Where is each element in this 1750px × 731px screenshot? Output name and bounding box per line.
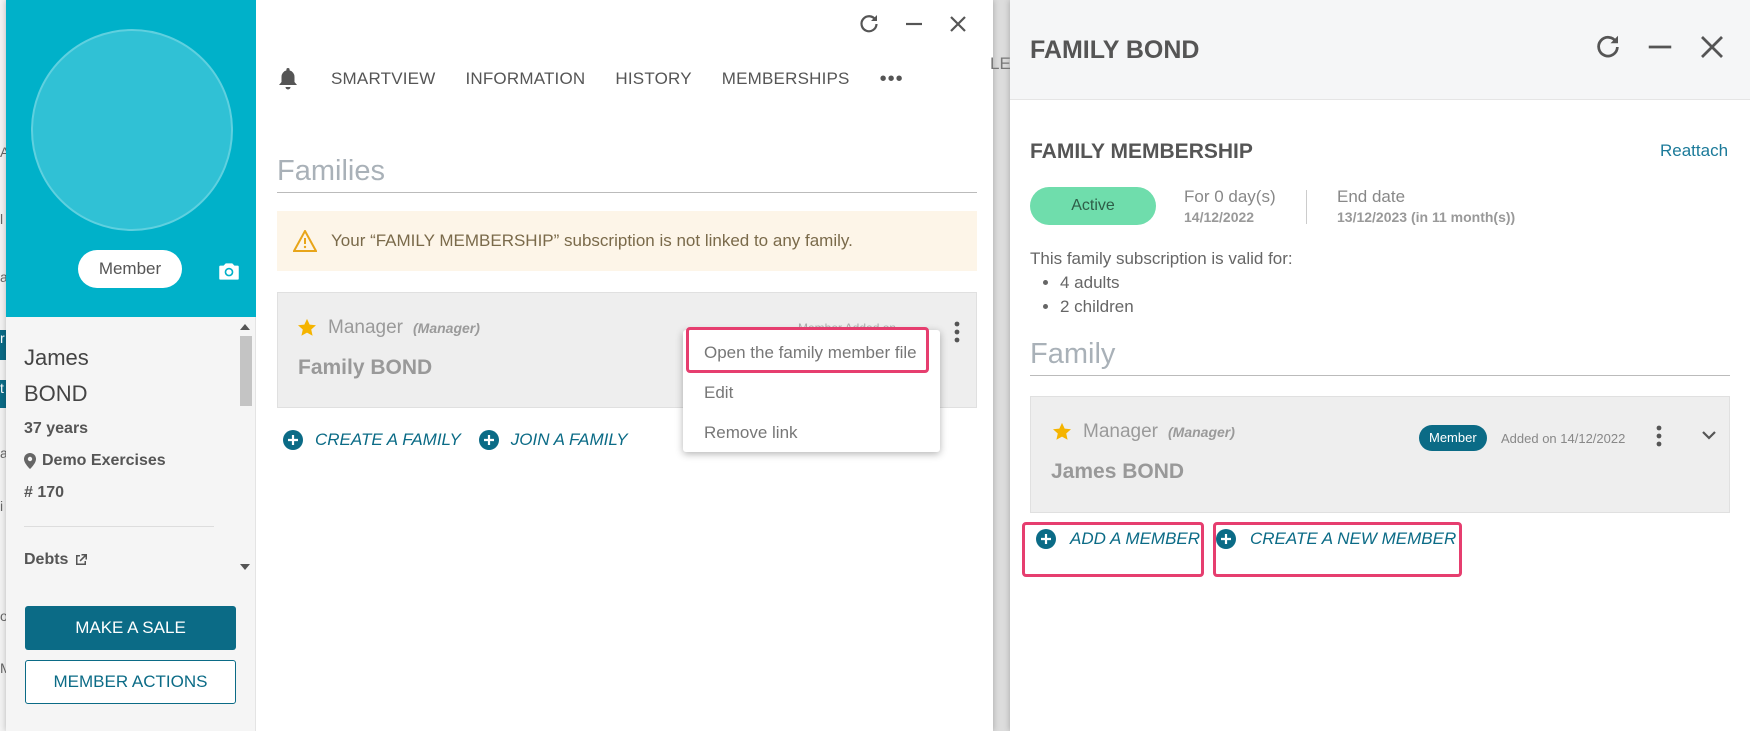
camera-icon[interactable] [216, 258, 242, 284]
refresh-icon[interactable] [857, 12, 881, 36]
last-name: BOND [24, 381, 88, 406]
family-actions: CREATE A FAMILY JOIN A FAMILY [283, 430, 628, 450]
chevron-down-icon[interactable] [1701, 429, 1717, 441]
start-date: 14/12/2022 [1184, 209, 1255, 225]
family-member-card[interactable]: Manager (Manager) James BOND Member Adde… [1030, 396, 1730, 513]
divider [277, 192, 977, 193]
highlight-open-file [686, 327, 929, 373]
profile-scrollbar[interactable] [236, 320, 254, 580]
member-actions-button[interactable]: MEMBER ACTIONS [25, 660, 236, 704]
more-tabs-icon[interactable]: ••• [880, 69, 904, 89]
warning-icon [293, 230, 317, 252]
list-item: 4 adults [1060, 273, 1134, 293]
bell-icon[interactable] [277, 66, 299, 92]
family-heading: Family [1030, 338, 1116, 370]
age: 37 years [24, 420, 89, 437]
first-name: James [24, 345, 89, 370]
membership-period: For 0 day(s) 14/12/2022 [1184, 187, 1276, 225]
warning-alert: Your “FAMILY MEMBERSHIP” subscription is… [277, 211, 977, 271]
scroll-down-arrow[interactable] [240, 564, 250, 570]
member-role: Manager (Manager) [1051, 421, 1235, 443]
family-window-header: LEF FAMILY BOND [990, 0, 1750, 100]
valid-for-text: This family subscription is valid for: [1030, 249, 1293, 268]
location-pin-icon [24, 453, 36, 469]
kebab-menu-icon[interactable] [954, 321, 960, 343]
member-badge: Member [1419, 425, 1487, 451]
role-label: Manager [328, 317, 403, 338]
divider [1030, 375, 1730, 376]
profile-panel: Member James BOND 37 years Demo Exercise… [6, 0, 256, 731]
refresh-icon[interactable] [1593, 32, 1623, 62]
star-icon [1053, 422, 1071, 440]
end-date-label: End date [1337, 187, 1406, 206]
menu-item-edit[interactable]: Edit [704, 383, 733, 403]
tab-history[interactable]: HISTORY [615, 69, 691, 89]
duration: For 0 day(s) [1184, 187, 1276, 206]
location: Demo Exercises [24, 452, 224, 470]
plus-circle-icon [478, 430, 499, 450]
highlight-add-member [1022, 522, 1204, 577]
minimize-icon[interactable] [1645, 32, 1675, 62]
tab-bar: SMARTVIEW INFORMATION HISTORY MEMBERSHIP… [277, 66, 904, 92]
tab-memberships[interactable]: MEMBERSHIPS [722, 69, 850, 89]
location-label: Demo Exercises [42, 452, 166, 469]
partial-label: LEF [990, 54, 1010, 73]
profile-info: James BOND 37 years Demo Exercises # 170… [24, 340, 224, 569]
families-heading: Families [277, 155, 385, 187]
star-icon [298, 318, 316, 336]
membership-title: FAMILY MEMBERSHIP [1030, 140, 1253, 163]
family-window: LEF FAMILY BOND FAMILY MEMBERSHIP Reatta… [990, 0, 1750, 731]
divider [24, 526, 214, 527]
external-link-icon [76, 554, 88, 565]
added-date: Added on 14/12/2022 [1501, 431, 1626, 446]
menu-item-remove-link[interactable]: Remove link [704, 423, 798, 443]
avatar[interactable] [31, 29, 233, 231]
role-tag: (Manager) [1168, 424, 1235, 440]
close-icon[interactable] [947, 12, 969, 36]
create-family-label: CREATE A FAMILY [315, 430, 461, 449]
tab-smartview[interactable]: SMARTVIEW [331, 69, 435, 89]
scroll-thumb[interactable] [240, 336, 252, 406]
profile-header: Member [6, 0, 256, 317]
status-badge: Active [1030, 187, 1156, 225]
make-a-sale-button[interactable]: MAKE A SALE [25, 606, 236, 650]
window-controls [857, 12, 969, 36]
role-label: Manager [1083, 421, 1158, 442]
minimize-icon[interactable] [903, 12, 925, 36]
member-window: Member James BOND 37 years Demo Exercise… [6, 0, 993, 731]
close-icon[interactable] [1697, 32, 1727, 62]
alert-text: Your “FAMILY MEMBERSHIP” subscription is… [331, 231, 853, 250]
member-name: James BOND [1051, 460, 1185, 483]
end-date: 13/12/2023 (in 11 month(s)) [1337, 209, 1516, 225]
family-role: Manager (Manager) [296, 317, 480, 339]
member-number: # 170 [24, 484, 65, 501]
divider [1306, 190, 1307, 224]
debts-link[interactable]: Debts [24, 551, 224, 569]
list-item: 2 children [1060, 297, 1134, 317]
family-window-controls [1593, 32, 1727, 62]
family-window-title: FAMILY BOND [1030, 36, 1200, 64]
create-family-button[interactable]: CREATE A FAMILY [283, 430, 461, 450]
join-family-button[interactable]: JOIN A FAMILY [478, 430, 628, 450]
join-family-label: JOIN A FAMILY [510, 430, 628, 449]
membership-end: End date 13/12/2023 (in 11 month(s)) [1337, 187, 1515, 225]
scroll-up-arrow[interactable] [240, 324, 250, 330]
plus-circle-icon [283, 430, 303, 450]
kebab-menu-icon[interactable] [1656, 425, 1662, 447]
highlight-create-member [1213, 522, 1462, 577]
debts-label: Debts [24, 551, 69, 568]
family-name: Family BOND [298, 356, 433, 379]
role-tag: (Manager) [413, 320, 480, 336]
reattach-link[interactable]: Reattach [1660, 141, 1728, 161]
valid-for-list: 4 adults 2 children [1060, 273, 1134, 321]
member-status-badge: Member [78, 250, 182, 288]
tab-information[interactable]: INFORMATION [465, 69, 585, 89]
